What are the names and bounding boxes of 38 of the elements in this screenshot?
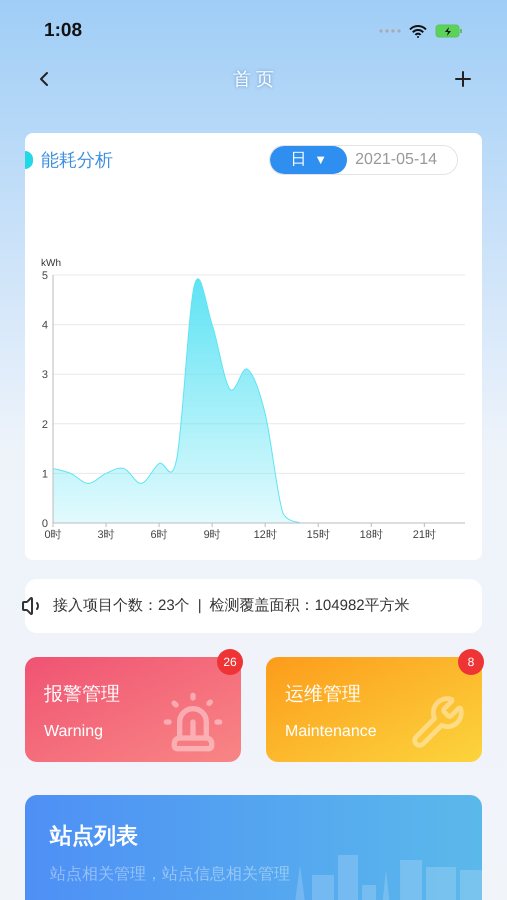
x-tick-label: 18时 <box>360 529 383 541</box>
y-tick-label: 3 <box>42 369 48 382</box>
period-dropdown[interactable]: 日 ▼ <box>270 146 348 174</box>
station-title: 站点列表 <box>50 822 138 850</box>
x-tick-label: 6时 <box>150 529 168 541</box>
module-subtitle: Maintenance <box>285 722 377 742</box>
station-subtitle: 站点相关管理，站点信息相关管理 <box>50 864 290 885</box>
x-tick-label: 15时 <box>306 529 330 541</box>
separator: | <box>198 596 202 616</box>
module-title: 运维管理 <box>285 683 361 707</box>
page-title: 首 页 <box>232 68 274 90</box>
y-tick-label: 0 <box>42 518 48 530</box>
x-tick-label: 0时 <box>44 529 62 541</box>
module-subtitle: Warning <box>44 722 103 742</box>
project-count: 接入项目个数：23个 <box>53 596 190 616</box>
siren-icon <box>161 690 225 754</box>
y-tick-label: 4 <box>42 320 48 332</box>
station-card[interactable]: 站点列表 站点相关管理，站点信息相关管理 <box>25 795 482 900</box>
y-tick-label: 1 <box>42 468 48 480</box>
x-tick-label: 12时 <box>254 529 277 541</box>
x-tick-label: 3时 <box>97 529 115 541</box>
energy-title: 能耗分析 <box>41 148 113 172</box>
wifi-icon <box>409 24 427 38</box>
y-axis-unit: kWh <box>41 258 61 269</box>
y-tick-label: 5 <box>42 270 48 282</box>
module-title: 报警管理 <box>44 683 120 707</box>
battery-charging-icon <box>435 24 463 38</box>
signal-icon <box>379 29 401 33</box>
y-tick-label: 2 <box>42 418 48 431</box>
date-picker[interactable]: 2021-05-14 <box>347 146 457 174</box>
coverage-area: 检测覆盖面积：104982平方米 <box>210 594 410 618</box>
wrench-icon <box>410 694 466 750</box>
count-badge: 8 <box>458 649 484 675</box>
count-badge: 26 <box>217 649 243 675</box>
x-tick-label: 21时 <box>412 529 436 541</box>
section-marker <box>25 151 33 169</box>
status-time: 1:08 <box>44 18 82 43</box>
x-tick-label: 9时 <box>204 529 221 541</box>
